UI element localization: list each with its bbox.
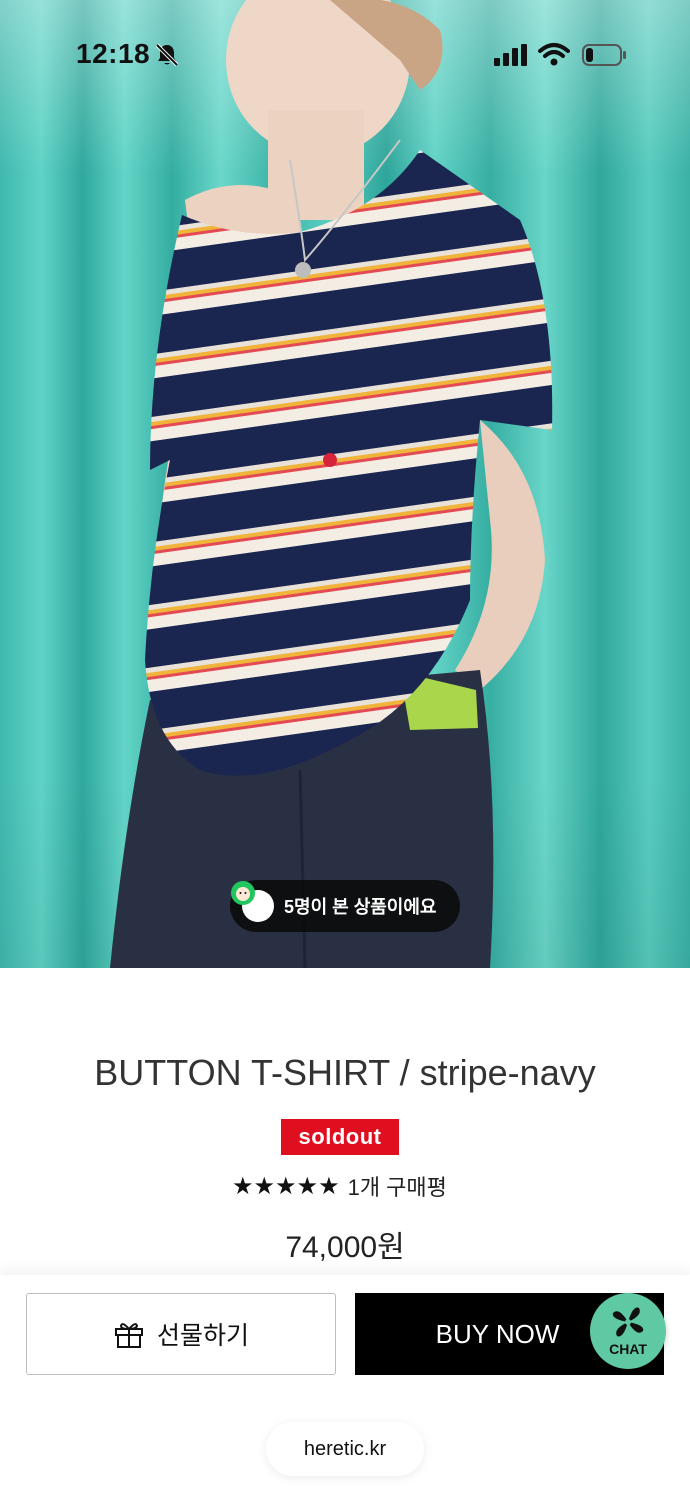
battery-icon [582,44,626,66]
status-time: 12:18 [76,38,151,69]
status-bar: 12:18 [0,0,690,110]
bell-muted-icon [155,43,179,67]
viewers-text: 5명이 본 상품이에요 [284,897,437,917]
buy-now-label: BUY NOW [435,1318,560,1349]
signal-icon [494,44,527,66]
gift-icon [114,1323,143,1348]
product-price: 74,000원 [285,1231,405,1264]
chat-icon [612,1307,644,1337]
wifi-icon [538,43,570,66]
rating-row[interactable]: ★★★★★ 1개 구매평 [232,1170,447,1202]
star-rating-icon: ★★★★★ [232,1172,340,1200]
url-pill[interactable]: heretic.kr [266,1422,424,1476]
product-image[interactable]: 5명이 본 상품이에요 [0,0,690,968]
soldout-badge: soldout [281,1119,399,1155]
model-illustration [110,0,553,968]
review-count: 1개 구매평 [347,1175,447,1200]
chat-button[interactable]: CHAT [590,1293,666,1369]
smiley-icon [231,881,274,922]
gift-button[interactable]: 선물하기 [26,1293,336,1375]
product-title: BUTTON T-SHIRT / stripe-navy [94,1052,596,1093]
chat-label: CHAT [609,1341,647,1357]
viewers-badge: 5명이 본 상품이에요 [230,880,460,932]
gift-label: 선물하기 [156,1322,249,1350]
